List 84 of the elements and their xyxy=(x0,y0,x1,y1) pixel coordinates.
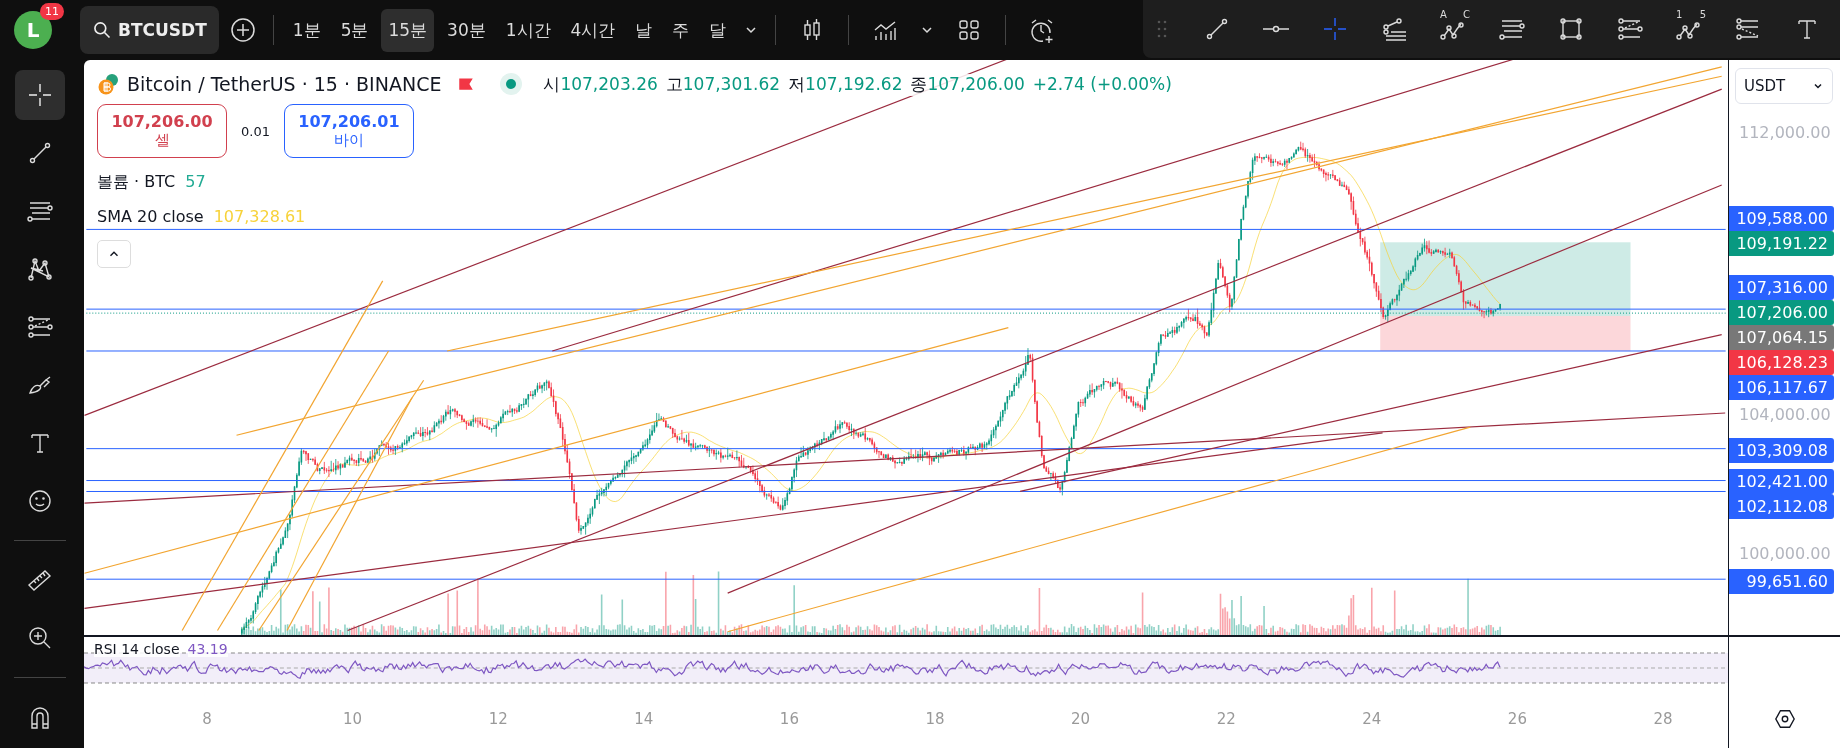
rectangle-icon xyxy=(1557,15,1585,43)
trend-line[interactable] xyxy=(286,397,413,632)
sell-button[interactable]: 107,206.00 셀 xyxy=(97,104,227,158)
price-tag: 106,128.23 xyxy=(1729,350,1834,375)
indicator-name[interactable]: RSI 14 close xyxy=(94,641,180,657)
market-status-icon[interactable] xyxy=(499,72,524,96)
time-label: 16 xyxy=(779,710,799,728)
ohlc-value: 107,206.00 xyxy=(927,74,1025,94)
price-tag: 109,191.22 xyxy=(1729,231,1834,256)
price-tag: 107,064.15 xyxy=(1729,325,1834,350)
time-label: 26 xyxy=(1507,710,1527,728)
interval-button[interactable]: 15분 xyxy=(381,8,435,52)
price-tag: 107,206.00 xyxy=(1729,300,1834,325)
crosshair-tool[interactable] xyxy=(15,70,65,120)
interval-button[interactable]: 30분 xyxy=(440,8,493,52)
fib-channel-icon xyxy=(1616,15,1644,43)
price-change: +2.74 (+0.00%) xyxy=(1032,74,1172,94)
notification-badge: 11 xyxy=(40,3,64,20)
interval-button[interactable]: 주 xyxy=(665,8,697,52)
indicator-value: 43.19 xyxy=(187,641,228,657)
price-tag: 102,112.08 xyxy=(1729,494,1834,519)
trend-line[interactable] xyxy=(216,350,390,632)
symbol-search-button[interactable]: BTCUSDT xyxy=(80,6,219,54)
interval-button[interactable]: 달 xyxy=(702,8,734,52)
fib-channel-icon xyxy=(26,313,54,341)
coin-icon xyxy=(97,72,121,96)
currency-dropdown[interactable]: USDT xyxy=(1735,68,1833,104)
ohlc-value: 107,203.26 xyxy=(560,74,658,94)
price-tag: 99,651.60 xyxy=(1729,569,1834,594)
interval-button[interactable]: 5분 xyxy=(333,8,376,52)
time-label: 14 xyxy=(634,710,654,728)
indicator-value: 107,328.61 xyxy=(213,207,306,226)
abcd-pattern-tool[interactable]: 1 5 xyxy=(1662,7,1716,51)
time-label: 28 xyxy=(1653,710,1673,728)
emoji-icon xyxy=(26,487,54,515)
ohlc-value: 107,301.62 xyxy=(682,74,781,94)
plus-icon xyxy=(228,16,257,44)
spread-value: 0.01 xyxy=(241,123,270,139)
horizontal-line[interactable] xyxy=(85,448,1727,450)
price-tick: 100,000.00 xyxy=(1739,543,1831,563)
time-label: 20 xyxy=(1071,710,1091,728)
interval-button[interactable]: 날 xyxy=(628,8,660,52)
buy-button[interactable]: 107,206.01 바이 xyxy=(283,104,414,158)
price-tick: 112,000.00 xyxy=(1739,122,1831,142)
interval-button[interactable]: 1분 xyxy=(285,8,328,52)
price-tag: 107,316.00 xyxy=(1729,275,1834,300)
trend-line[interactable] xyxy=(727,184,1723,594)
xabcd-pattern-icon xyxy=(26,255,54,283)
time-label: 8 xyxy=(202,710,212,728)
price-tag: 106,117.67 xyxy=(1729,375,1834,400)
fib-lines-icon xyxy=(1380,15,1408,43)
flag-icon[interactable] xyxy=(457,75,476,93)
price-tag: 103,309.08 xyxy=(1729,438,1834,463)
trend-line[interactable] xyxy=(84,327,1009,574)
horizontal-line-icon xyxy=(1262,25,1290,33)
trend-line[interactable] xyxy=(84,432,1384,609)
indicator-name[interactable]: 볼륨 · BTC xyxy=(97,172,176,193)
profit-zone[interactable] xyxy=(1380,242,1631,316)
price-tick: 104,000.00 xyxy=(1739,404,1831,424)
time-label: 12 xyxy=(488,710,508,728)
ohlc-value: 107,192.62 xyxy=(805,74,903,94)
trend-line[interactable] xyxy=(727,426,1471,633)
horizontal-line[interactable] xyxy=(85,480,1727,482)
price-tag: 109,588.00 xyxy=(1729,206,1834,231)
abcd-pattern-tool[interactable]: A C xyxy=(1426,7,1480,51)
trend-line[interactable] xyxy=(258,379,425,632)
trend-line[interactable] xyxy=(446,75,1723,352)
trend-line[interactable] xyxy=(84,412,1726,504)
price-tag: 102,421.00 xyxy=(1729,469,1834,494)
search-icon xyxy=(92,20,112,40)
time-label: 24 xyxy=(1362,710,1382,728)
crosshair-icon xyxy=(1321,15,1349,43)
settings-icon[interactable] xyxy=(1773,708,1796,730)
interval-button[interactable]: 4시간 xyxy=(563,8,623,52)
symbol-title[interactable]: Bitcoin / TetherUS · 15 · BINANCE xyxy=(127,73,442,95)
trend-line[interactable] xyxy=(181,280,384,632)
time-label: 18 xyxy=(925,710,945,728)
time-label: 10 xyxy=(343,710,363,728)
interval-button[interactable]: 1시간 xyxy=(498,8,558,52)
time-label: 22 xyxy=(1216,710,1236,728)
trend-line[interactable] xyxy=(1019,334,1723,492)
horizontal-line[interactable] xyxy=(85,228,1727,230)
drag-handle-icon[interactable] xyxy=(1157,19,1167,39)
crosshair-icon xyxy=(26,81,54,109)
